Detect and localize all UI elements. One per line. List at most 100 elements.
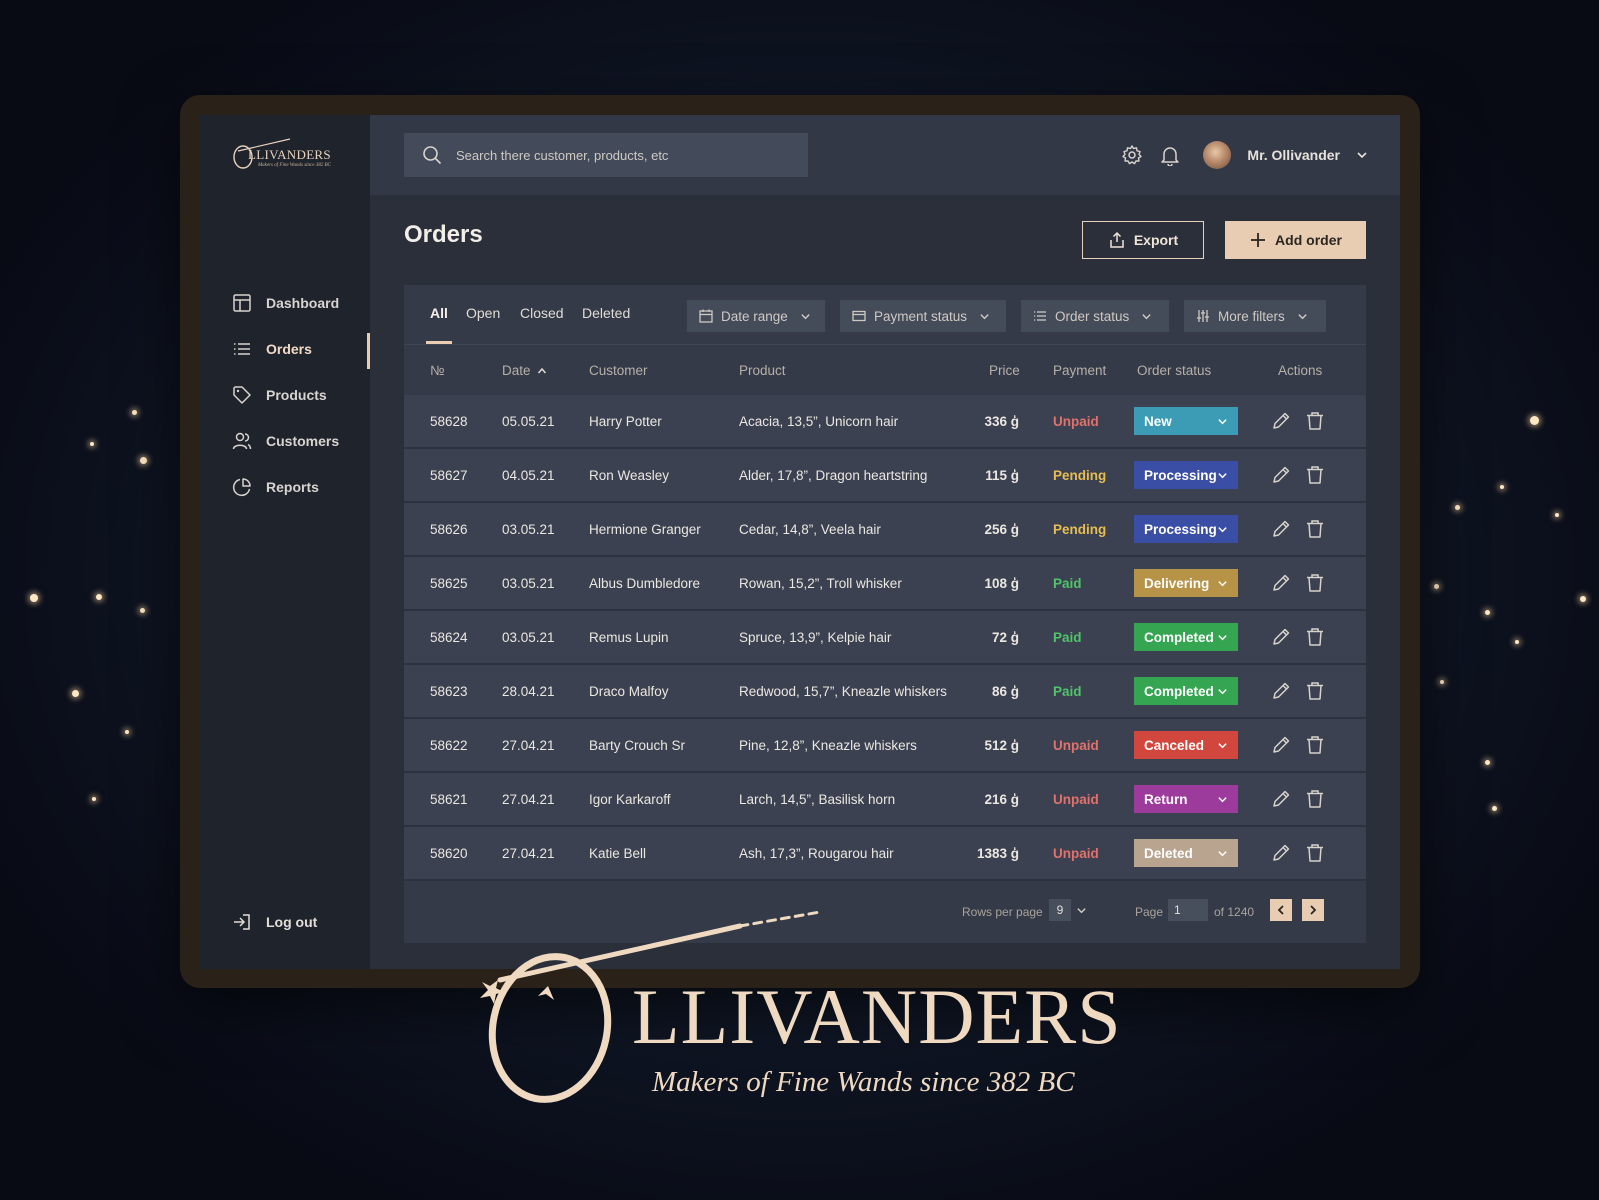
column-header-order-status[interactable]: Order status xyxy=(1137,363,1211,378)
edit-icon[interactable] xyxy=(1270,626,1292,648)
column-header-number[interactable]: № xyxy=(430,363,444,378)
column-header-date[interactable]: Date xyxy=(502,363,547,378)
table-row[interactable]: 58622 27.04.21 Barty Crouch Sr Pine, 12,… xyxy=(404,719,1366,773)
avatar[interactable] xyxy=(1203,141,1232,169)
gear-icon[interactable] xyxy=(1121,144,1143,166)
chevron-down-icon[interactable] xyxy=(1356,149,1368,161)
previous-page-button[interactable] xyxy=(1270,899,1292,921)
order-customer: Ron Weasley xyxy=(589,468,670,483)
table-row[interactable]: 58624 03.05.21 Remus Lupin Spruce, 13,9”… xyxy=(404,611,1366,665)
orders-panel: All Open Closed Deleted Date range Payme… xyxy=(404,285,1366,943)
payment-status-filter[interactable]: Payment status xyxy=(840,300,1006,332)
tab-open[interactable]: Open xyxy=(466,305,500,321)
bell-icon[interactable] xyxy=(1159,144,1181,166)
edit-icon[interactable] xyxy=(1270,788,1292,810)
order-status-dropdown[interactable]: Completed xyxy=(1134,677,1238,705)
table-row[interactable]: 58623 28.04.21 Draco Malfoy Redwood, 15,… xyxy=(404,665,1366,719)
logout-button[interactable]: Log out xyxy=(200,907,370,937)
order-status-dropdown[interactable]: New xyxy=(1134,407,1238,435)
more-filters-button[interactable]: More filters xyxy=(1184,300,1326,332)
order-status-dropdown[interactable]: Deleted xyxy=(1134,839,1238,867)
sidebar-item-reports[interactable]: Reports xyxy=(200,464,370,510)
search-box[interactable] xyxy=(404,133,808,177)
tab-closed[interactable]: Closed xyxy=(520,305,564,321)
column-header-customer[interactable]: Customer xyxy=(589,363,648,378)
order-status-dropdown[interactable]: Return xyxy=(1134,785,1238,813)
top-bar: Mr. Ollivander xyxy=(370,115,1400,195)
search-icon xyxy=(423,146,442,165)
trash-icon[interactable] xyxy=(1304,410,1326,432)
trash-icon[interactable] xyxy=(1304,680,1326,702)
date-range-filter[interactable]: Date range xyxy=(687,300,825,332)
column-header-product[interactable]: Product xyxy=(739,363,786,378)
table-row[interactable]: 58627 04.05.21 Ron Weasley Alder, 17,8”,… xyxy=(404,449,1366,503)
table-row[interactable]: 58626 03.05.21 Hermione Granger Cedar, 1… xyxy=(404,503,1366,557)
order-status-dropdown[interactable]: Completed xyxy=(1134,623,1238,651)
table-row[interactable]: 58628 05.05.21 Harry Potter Acacia, 13,5… xyxy=(404,395,1366,449)
sidebar-item-dashboard[interactable]: Dashboard xyxy=(200,280,370,326)
order-number: 58621 xyxy=(430,792,468,807)
column-header-price[interactable]: Price xyxy=(989,363,1020,378)
order-status-value: Completed xyxy=(1144,683,1214,699)
order-number: 58625 xyxy=(430,576,468,591)
chevron-down-icon xyxy=(1218,742,1227,748)
trash-icon[interactable] xyxy=(1304,518,1326,540)
order-status-value: Delivering xyxy=(1144,575,1210,591)
add-order-button[interactable]: Add order xyxy=(1225,221,1366,259)
edit-icon[interactable] xyxy=(1270,410,1292,432)
tab-deleted[interactable]: Deleted xyxy=(582,305,630,321)
chevron-down-icon xyxy=(1142,313,1151,319)
edit-icon[interactable] xyxy=(1270,464,1292,486)
sidebar-item-products[interactable]: Products xyxy=(200,372,370,418)
trash-icon[interactable] xyxy=(1304,572,1326,594)
edit-icon[interactable] xyxy=(1270,734,1292,756)
order-price: 256 ģ xyxy=(984,522,1019,537)
edit-icon[interactable] xyxy=(1270,572,1292,594)
page-title: Orders xyxy=(404,221,483,248)
trash-icon[interactable] xyxy=(1304,734,1326,756)
order-number: 58626 xyxy=(430,522,468,537)
table-row[interactable]: 58625 03.05.21 Albus Dumbledore Rowan, 1… xyxy=(404,557,1366,611)
sidebar: LLIVANDERS Makers of Fine Wands since 38… xyxy=(200,115,370,969)
edit-icon[interactable] xyxy=(1270,842,1292,864)
sidebar-logo[interactable]: LLIVANDERS Makers of Fine Wands since 38… xyxy=(230,135,340,175)
sidebar-item-label: Orders xyxy=(266,341,312,357)
order-date: 05.05.21 xyxy=(502,414,555,429)
order-date: 27.04.21 xyxy=(502,846,555,861)
date-range-label: Date range xyxy=(721,308,788,324)
add-order-button-label: Add order xyxy=(1275,232,1342,248)
next-page-button[interactable] xyxy=(1302,899,1324,921)
logout-icon xyxy=(234,914,250,930)
table-row[interactable]: 58621 27.04.21 Igor Karkaroff Larch, 14,… xyxy=(404,773,1366,827)
edit-icon[interactable] xyxy=(1270,680,1292,702)
order-status-dropdown[interactable]: Processing xyxy=(1134,515,1238,543)
chevron-down-icon xyxy=(1218,850,1227,856)
active-tab-indicator xyxy=(426,341,452,344)
sort-up-icon xyxy=(537,367,546,373)
column-header-payment[interactable]: Payment xyxy=(1053,363,1106,378)
sidebar-item-orders[interactable]: Orders xyxy=(200,326,370,372)
brand-tagline: Makers of Fine Wands since 382 BC xyxy=(652,1066,1075,1098)
order-product: Pine, 12,8”, Kneazle whiskers xyxy=(739,738,917,753)
brand-wordmark: LLIVANDERS xyxy=(632,973,1122,1060)
search-input[interactable] xyxy=(456,147,786,163)
user-name[interactable]: Mr. Ollivander xyxy=(1247,147,1340,163)
order-product: Redwood, 15,7”, Kneazle whiskers xyxy=(739,684,947,699)
order-status-dropdown[interactable]: Processing xyxy=(1134,461,1238,489)
order-status-value: Processing xyxy=(1144,521,1217,537)
order-number: 58620 xyxy=(430,846,468,861)
table-row[interactable]: 58620 27.04.21 Katie Bell Ash, 17,3”, Ro… xyxy=(404,827,1366,881)
tab-all[interactable]: All xyxy=(430,305,448,321)
trash-icon[interactable] xyxy=(1304,842,1326,864)
order-status-dropdown[interactable]: Canceled xyxy=(1134,731,1238,759)
edit-icon[interactable] xyxy=(1270,518,1292,540)
trash-icon[interactable] xyxy=(1304,464,1326,486)
export-button[interactable]: Export xyxy=(1082,221,1204,259)
order-status-label: Order status xyxy=(1055,308,1130,324)
trash-icon[interactable] xyxy=(1304,788,1326,810)
trash-icon[interactable] xyxy=(1304,626,1326,648)
order-status-dropdown[interactable]: Delivering xyxy=(1134,569,1238,597)
page-number-input[interactable] xyxy=(1168,899,1208,921)
sidebar-item-customers[interactable]: Customers xyxy=(200,418,370,464)
order-status-filter[interactable]: Order status xyxy=(1021,300,1169,332)
